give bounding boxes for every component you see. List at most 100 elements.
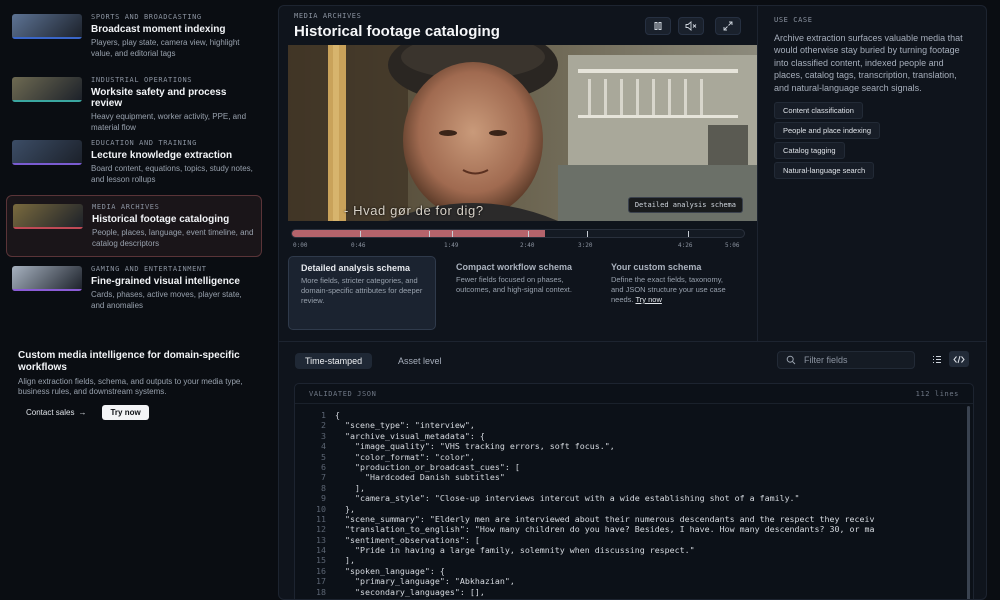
- timeline-progress: [292, 230, 546, 237]
- code-line: 2 "scene_type": "interview",: [295, 420, 961, 430]
- json-output-panel[interactable]: VALIDATED JSON 112 lines 1{2 "scene_type…: [294, 383, 974, 599]
- line-number: 4: [321, 441, 326, 452]
- line-number: 7: [321, 472, 326, 483]
- json-line-count: 112 lines: [915, 389, 959, 398]
- video-frame[interactable]: - Hvad gør de for dig? Detailed analysis…: [288, 45, 757, 221]
- line-content: "archive_visual_metadata": {: [335, 430, 485, 441]
- line-number: 1: [321, 410, 326, 420]
- schema-overlay-badge: Detailed analysis schema: [627, 197, 743, 213]
- mute-button[interactable]: [678, 17, 704, 35]
- timeline-label: 5:06: [725, 242, 740, 249]
- line-number: 8: [321, 482, 326, 493]
- use-case-card[interactable]: INDUSTRIAL OPERATIONS Worksite safety and…: [6, 69, 262, 132]
- tab-asset-level[interactable]: Asset level: [388, 353, 452, 369]
- try-now-button[interactable]: Try now: [102, 405, 149, 420]
- use-case-label: USE CASE: [774, 16, 813, 24]
- line-content: {: [335, 410, 340, 420]
- video-subtitle: - Hvad gør de for dig?: [344, 203, 484, 218]
- card-desc: People, places, language, event timeline…: [92, 228, 254, 248]
- line-content: },: [335, 503, 355, 514]
- card-title: Lecture knowledge extraction: [91, 150, 233, 161]
- timeline-marker[interactable]: [587, 231, 588, 237]
- schema-option-detailed[interactable]: Detailed analysis schema More fields, st…: [288, 256, 436, 330]
- use-case-card[interactable]: SPORTS AND BROADCASTING Broadcast moment …: [6, 6, 262, 68]
- code-line: 11 "scene_summary": "Elderly men are int…: [295, 514, 961, 524]
- code-line: 13 "sentiment_observations": [: [295, 535, 961, 545]
- code-line: 4 "image_quality": "VHS tracking errors,…: [295, 441, 961, 451]
- filter-fields-input[interactable]: Filter fields: [777, 351, 915, 369]
- line-content: "scene_type": "interview",: [335, 420, 475, 431]
- contact-sales-button[interactable]: Contact sales →: [18, 405, 94, 420]
- line-number: 15: [316, 555, 326, 566]
- code-line: 1{: [295, 410, 961, 420]
- use-case-card[interactable]: EDUCATION AND TRAINING Lecture knowledge …: [6, 132, 262, 194]
- line-number: 6: [321, 461, 326, 472]
- line-number: 12: [316, 524, 326, 535]
- line-number: 17: [316, 576, 326, 587]
- media-title: Historical footage cataloging: [294, 23, 500, 40]
- schema-desc: Define the exact fields, taxonomy, and J…: [611, 275, 726, 304]
- line-content: "sentiment_observations": [: [335, 534, 480, 545]
- code-line: 14 "Pride in having a large family, sole…: [295, 545, 961, 555]
- timeline-marker[interactable]: [429, 231, 430, 237]
- timeline-marker[interactable]: [528, 231, 529, 237]
- search-icon: [786, 355, 796, 365]
- json-scrollbar[interactable]: [967, 406, 970, 599]
- timeline-marker[interactable]: [360, 231, 361, 237]
- schema-try-now-link[interactable]: Try now: [635, 295, 661, 304]
- main-panel: MEDIA ARCHIVES Historical footage catalo…: [278, 5, 987, 600]
- custom-intelligence-panel: Custom media intelligence for domain-spe…: [8, 342, 260, 420]
- timeline-marker[interactable]: [688, 231, 689, 237]
- timeline-label: 0:00: [293, 242, 308, 249]
- use-case-chip: Content classification: [774, 102, 863, 120]
- schema-desc: More fields, stricter categories, and do…: [301, 276, 423, 305]
- card-desc: Players, play state, camera view, highli…: [91, 38, 240, 58]
- line-number: 13: [316, 534, 326, 545]
- code-line: 9 "camera_style": "Close-up interviews i…: [295, 493, 961, 503]
- schema-option-custom[interactable]: Your custom schema Define the exact fiel…: [599, 256, 747, 330]
- code-line: 5 "color_format": "color",: [295, 452, 961, 462]
- line-content: "production_or_broadcast_cues": [: [335, 461, 520, 472]
- list-view-button[interactable]: [927, 351, 947, 367]
- timeline-label: 0:46: [351, 242, 366, 249]
- timeline-scrubber[interactable]: [291, 229, 745, 238]
- use-case-card[interactable]: GAMING AND ENTERTAINMENT Fine-grained vis…: [6, 258, 262, 320]
- code-icon: [953, 355, 965, 363]
- line-content: "primary_language": "Abkhazian",: [335, 576, 515, 587]
- use-case-card[interactable]: MEDIA ARCHIVES Historical footage catalog…: [6, 195, 262, 257]
- schema-option-compact[interactable]: Compact workflow schema Fewer fields foc…: [444, 256, 592, 330]
- code-line: 15 ],: [295, 555, 961, 565]
- code-view-button[interactable]: [949, 351, 969, 367]
- code-line: 8 ],: [295, 483, 961, 493]
- use-case-panel: USE CASE Archive extraction surfaces val…: [757, 6, 986, 341]
- line-content: "scene_summary": "Elderly men are interv…: [335, 513, 875, 524]
- code-line: 18 "secondary_languages": [],: [295, 587, 961, 597]
- media-area: MEDIA ARCHIVES Historical footage catalo…: [279, 6, 757, 341]
- line-number: 18: [316, 586, 326, 597]
- output-section: Time-stamped Asset level Filter fields V…: [279, 341, 986, 599]
- card-accent-bar: [12, 37, 82, 39]
- timeline-marker[interactable]: [452, 231, 453, 237]
- card-desc: Cards, phases, active moves, player stat…: [91, 290, 242, 310]
- json-code: 1{2 "scene_type": "interview", 3 "archive…: [295, 410, 961, 599]
- line-number: 3: [321, 430, 326, 441]
- line-number: 11: [316, 513, 326, 524]
- use-case-chip: Natural-language search: [774, 162, 875, 180]
- timeline-label: 4:26: [678, 242, 693, 249]
- tab-time-stamped[interactable]: Time-stamped: [295, 353, 373, 369]
- card-category: INDUSTRIAL OPERATIONS: [91, 76, 193, 84]
- card-title: Broadcast moment indexing: [91, 24, 226, 35]
- card-category: MEDIA ARCHIVES: [92, 203, 160, 211]
- fullscreen-button[interactable]: [715, 17, 741, 35]
- code-line: 7 "Hardcoded Danish subtitles": [295, 472, 961, 482]
- line-number: 10: [316, 503, 326, 514]
- line-content: "secondary_languages": [],: [335, 586, 485, 597]
- schema-title: Your custom schema: [611, 262, 702, 272]
- use-case-chip: Catalog tagging: [774, 142, 845, 160]
- sidebar: SPORTS AND BROADCASTING Broadcast moment …: [0, 0, 268, 600]
- line-number: 5: [321, 451, 326, 462]
- card-thumbnail: [12, 266, 82, 291]
- card-thumbnail: [13, 204, 83, 229]
- card-thumbnail: [12, 77, 82, 102]
- pause-button[interactable]: [645, 17, 671, 35]
